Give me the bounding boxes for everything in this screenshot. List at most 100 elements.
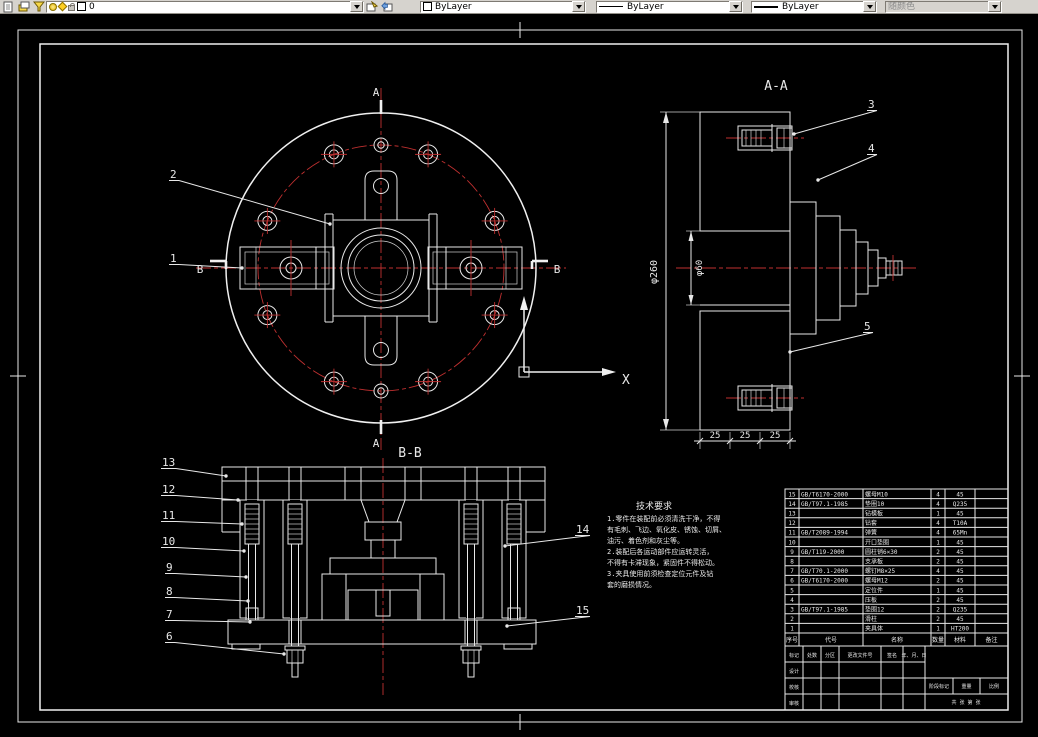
parts-list-table: 15 GB/T6170-2000 螺母M10 4 4514 GB/T97.1-1985 垫圈…	[784, 488, 1009, 647]
bom-cell: 2	[936, 607, 940, 614]
section-bb-view: B-B	[221, 446, 546, 695]
title-block-label: 校核	[789, 684, 799, 691]
color-combo[interactable]: ByLayer	[420, 0, 586, 13]
bom-cell: 45	[956, 559, 964, 566]
bom-cell: 45	[956, 587, 964, 594]
layer-on-bulb-icon[interactable]	[49, 2, 57, 11]
technical-notes: 技术要求 1.零件在装配前必须清洗干净，不得有毛刺、飞边、氧化皮、锈蚀、切屑、油…	[607, 500, 726, 589]
layer-filter-icon[interactable]	[31, 0, 46, 13]
drawing-viewport[interactable]: .w{stroke:#e8e8e8;fill:none;stroke-width…	[0, 14, 1038, 737]
cut-label-b-right: B	[554, 263, 561, 276]
title-block-sheet-label: 共 张 第 张	[951, 699, 980, 706]
layers-stack-icon[interactable]	[16, 0, 31, 13]
note-line: 套的磨损情况。	[607, 580, 656, 589]
bom-cell: 45	[956, 491, 964, 498]
dim-25-label: 25	[740, 431, 751, 441]
notes-title: 技术要求	[636, 500, 672, 512]
lineweight-combo[interactable]: ByLayer	[751, 0, 877, 13]
bom-cell: GB/T97.1-1985	[801, 607, 848, 614]
bom-cell: 45	[956, 549, 964, 556]
title-block-label: 标记	[789, 652, 799, 659]
bom-header: 代号	[825, 636, 837, 644]
model-space-canvas[interactable]: .w{stroke:#e8e8e8;fill:none;stroke-width…	[0, 14, 1038, 737]
callout-label: 5	[864, 320, 871, 333]
bom-cell: GB/T6170-2000	[801, 491, 848, 498]
ucs-x-label: X	[622, 373, 630, 388]
plot-style-combo: 随颜色	[885, 0, 1002, 13]
callout-label: 1	[170, 252, 177, 265]
bom-cell: 15	[788, 491, 796, 498]
section-aa-title: A-A	[764, 79, 788, 94]
bom-cell: 2	[936, 616, 940, 623]
bom-cell: 1	[936, 539, 940, 546]
title-block-label: 签名	[887, 652, 897, 659]
callout-label: 8	[166, 585, 173, 598]
bom-cell: 1	[936, 587, 940, 594]
bom-cell: GB/T97.1-1985	[801, 501, 848, 508]
layer-thaw-sun-icon[interactable]	[57, 1, 68, 12]
callout-label: 10	[162, 535, 175, 548]
make-object-layer-current-icon[interactable]	[364, 0, 379, 13]
layer-combo-arrow[interactable]	[350, 1, 363, 12]
bom-cell: 45	[956, 578, 964, 585]
bom-cell: 4	[936, 568, 940, 575]
dim-d60-label: φ60	[695, 260, 705, 276]
section-aa-view: A-A φ260 φ60 25 25 25	[649, 79, 918, 449]
bom-header: 材料	[954, 636, 966, 644]
bom-cell: 2	[936, 578, 940, 585]
bom-cell: 45	[956, 616, 964, 623]
linetype-combo[interactable]: ByLayer	[596, 0, 743, 13]
bom-cell: 5	[790, 587, 794, 594]
title-block-label: 审核	[789, 700, 799, 707]
cad-application-window: 0 ByLayer ByLayer ByLayer 随颜色 A A B B A-…	[0, 0, 1038, 737]
color-combo-arrow[interactable]	[572, 1, 585, 12]
cut-label-a-top: A	[373, 86, 380, 99]
chevron-down-icon	[353, 4, 360, 9]
document-icon[interactable]	[1, 0, 16, 13]
bom-cell: 2	[936, 559, 940, 566]
bom-cell: Q235	[953, 607, 968, 614]
bom-cell: 支承板	[865, 558, 883, 566]
chevron-down-icon	[991, 4, 998, 9]
bom-cell: HT200	[951, 626, 969, 633]
bom-cell: 螺钉M8×25	[865, 567, 895, 575]
bom-cell: 4	[936, 501, 940, 508]
bom-cell: 2	[936, 597, 940, 604]
bom-cell: 螺母M12	[865, 577, 888, 585]
linetype-value: ByLayer	[627, 1, 664, 12]
bom-cell: 4	[790, 597, 794, 604]
bom-cell: GB/T70.1-2000	[801, 568, 848, 575]
note-line: 油污、着色剂和灰尘等。	[607, 536, 684, 545]
ucs-y-arrow-icon	[520, 296, 528, 310]
cut-label-b-left: B	[197, 263, 204, 276]
callout-label: 11	[162, 509, 175, 522]
bom-cell: 45	[956, 597, 964, 604]
callout-label: 3	[868, 98, 875, 111]
layer-lock-icon[interactable]	[68, 3, 75, 11]
bom-cell: 9	[790, 549, 794, 556]
callout-label: 2	[170, 168, 177, 181]
layer-color-swatch[interactable]	[77, 2, 86, 11]
bom-cell: 7	[790, 568, 794, 575]
note-line: 不得有卡滞现象，紧固件不得松动。	[607, 558, 719, 567]
linetype-combo-arrow[interactable]	[729, 1, 742, 12]
callout-label: 15	[576, 604, 589, 617]
bom-cell: 45	[956, 511, 964, 518]
bom-cell: 2	[936, 549, 940, 556]
note-line: 有毛刺、飞边、氧化皮、锈蚀、切屑、	[607, 525, 726, 534]
chevron-down-icon	[575, 4, 582, 9]
callout-label: 12	[162, 483, 175, 496]
note-line: 3.夹具使用前须检查定位元件及钻	[607, 569, 713, 578]
chevron-down-icon	[866, 4, 873, 9]
layer-previous-icon[interactable]	[379, 0, 394, 13]
bom-cell: 13	[788, 511, 796, 518]
callout-label: 4	[868, 142, 875, 155]
linetype-sample-icon	[599, 6, 623, 7]
title-block-label: 比例	[989, 683, 999, 690]
layer-combo[interactable]: 0	[46, 0, 364, 13]
bom-cell: 8	[790, 559, 794, 566]
callout-label: 7	[166, 608, 173, 621]
bom-cell: 垫圈12	[865, 606, 885, 614]
title-block-label: 分区	[825, 652, 835, 659]
lineweight-combo-arrow[interactable]	[863, 1, 876, 12]
